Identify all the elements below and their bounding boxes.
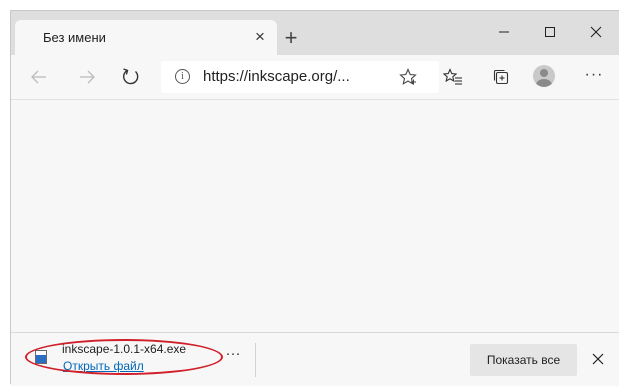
- page-content: [11, 100, 619, 332]
- forward-arrow-icon: [80, 70, 95, 84]
- back-button[interactable]: [25, 63, 53, 91]
- maximize-button[interactable]: [527, 17, 573, 47]
- info-icon[interactable]: i: [175, 69, 190, 84]
- back-arrow-icon: [31, 70, 46, 84]
- avatar-body: [536, 79, 552, 87]
- open-file-link[interactable]: Открыть файл: [63, 359, 144, 373]
- show-all-button[interactable]: Показать все: [470, 344, 577, 376]
- address-bar[interactable]: i https://inkscape.org/...: [161, 61, 439, 93]
- browser-window: Без имени × + i https://inkscape.org/...: [10, 10, 619, 386]
- new-tab-button[interactable]: +: [279, 27, 303, 51]
- star-icon: [399, 68, 417, 85]
- close-window-button[interactable]: [573, 17, 619, 47]
- minimize-button[interactable]: [481, 17, 527, 47]
- close-icon: [592, 353, 604, 365]
- add-favorite-button[interactable]: [395, 64, 421, 90]
- settings-more-button[interactable]: ···: [579, 63, 609, 91]
- exe-file-icon: [35, 350, 47, 364]
- refresh-button[interactable]: [117, 63, 145, 91]
- close-download-bar-button[interactable]: [587, 348, 609, 370]
- favorites-button[interactable]: [439, 63, 467, 91]
- profile-avatar[interactable]: [533, 65, 555, 87]
- tab-title: Без имени: [43, 30, 106, 45]
- favorites-icon: [443, 68, 462, 85]
- forward-button[interactable]: [73, 63, 101, 91]
- download-more-button[interactable]: ···: [221, 345, 245, 365]
- divider: [255, 343, 256, 377]
- toolbar: i https://inkscape.org/... ···: [11, 55, 619, 100]
- collections-button[interactable]: [487, 63, 515, 91]
- url-text[interactable]: https://inkscape.org/...: [203, 68, 350, 85]
- refresh-icon: [122, 68, 139, 85]
- collections-icon: [493, 69, 509, 85]
- tab-close-button[interactable]: ×: [251, 27, 269, 47]
- avatar-head: [540, 69, 548, 77]
- browser-tab[interactable]: Без имени ×: [15, 20, 277, 55]
- minimize-icon: [499, 31, 509, 33]
- title-bar: Без имени × +: [11, 11, 619, 55]
- download-bar: inkscape-1.0.1-x64.exe Открыть файл ··· …: [11, 332, 619, 386]
- download-file-name[interactable]: inkscape-1.0.1-x64.exe: [62, 342, 186, 356]
- close-icon: [590, 26, 602, 38]
- maximize-icon: [545, 27, 555, 37]
